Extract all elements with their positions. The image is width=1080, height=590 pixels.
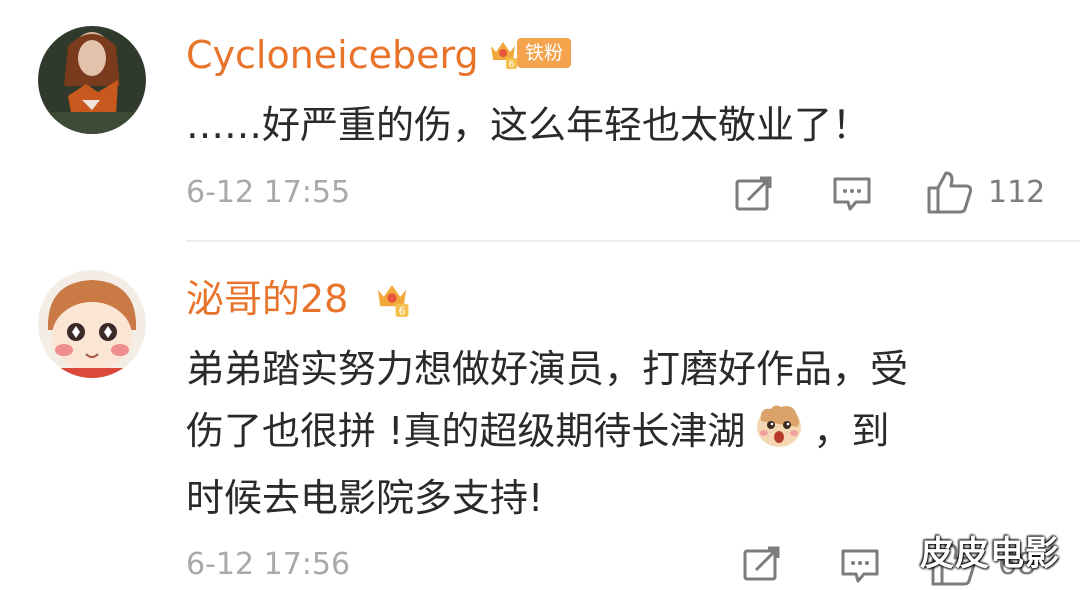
username[interactable]: 泌哥的28 [186, 280, 348, 318]
divider [186, 240, 1080, 242]
repost-icon [735, 176, 772, 211]
timestamp: 6-12 17:56 [186, 547, 351, 582]
surprised-emoji-icon [753, 401, 805, 467]
comment-icon [841, 549, 879, 583]
comment-button[interactable] [840, 548, 880, 588]
repost-button[interactable] [734, 176, 774, 216]
username[interactable]: Cycloneiceberg [186, 36, 479, 74]
avatar[interactable] [38, 26, 146, 134]
comment-text: ……好严重的伤，这么年轻也太敬业了！ [186, 103, 871, 147]
thumbs-up-icon [927, 171, 973, 214]
crown-badge-icon: 6 [372, 278, 412, 322]
comment-text: 弟弟踏实努力想做好演员，打磨好作品，受 伤了也很拼 !真的超级期待长津湖 ，到 … [186, 347, 909, 520]
comment-button[interactable] [832, 176, 872, 216]
comment-item: Cycloneiceberg 6 铁粉 ……好严重的伤，这么年轻也太敬业了！ 6… [0, 0, 1080, 240]
svg-text:6: 6 [399, 305, 406, 317]
comment-icon [833, 177, 871, 211]
timestamp: 6-12 17:55 [186, 175, 351, 210]
repost-icon [743, 546, 780, 581]
avatar[interactable] [38, 270, 146, 378]
like-count: 112 [988, 175, 1046, 210]
like-button[interactable] [926, 170, 974, 218]
fan-badge: 铁粉 [517, 38, 572, 68]
comment-item: 泌哥的28 6 弟弟踏实努力想做好演员，打磨好作品，受 伤了也很拼 !真的超级期… [0, 244, 1080, 590]
watermark: 皮皮电影 [920, 534, 1060, 574]
repost-button[interactable] [742, 546, 782, 586]
svg-text:6: 6 [509, 60, 515, 70]
crown-badge-icon: 6 [488, 36, 518, 74]
